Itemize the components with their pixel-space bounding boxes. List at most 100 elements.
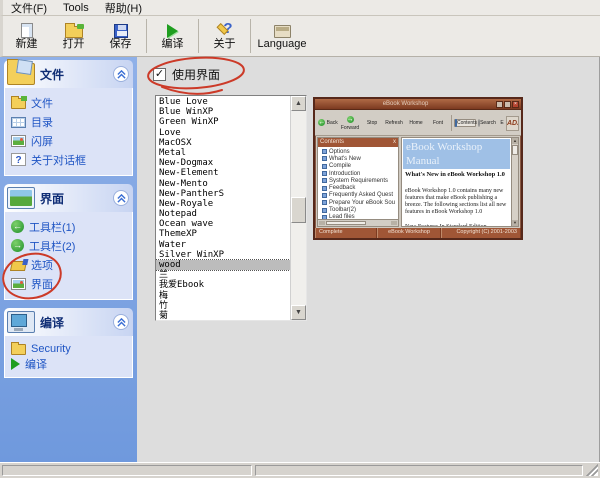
status-bar: [0, 462, 600, 478]
list-item[interactable]: Green WinXP: [156, 117, 290, 127]
chevron-up-icon[interactable]: [113, 66, 129, 82]
save-icon: [114, 22, 128, 38]
list-item[interactable]: 竹: [156, 301, 290, 311]
preview-tree-item: Introduction: [322, 170, 398, 177]
toolbar-separator: [250, 19, 251, 53]
preview-maximize-icon: [504, 101, 511, 108]
list-item[interactable]: 我爱Ebook: [156, 280, 290, 290]
preview-tree-doc-icon: [322, 200, 327, 205]
sidebar-group-compile-header[interactable]: 编译: [4, 308, 133, 336]
app-window: 文件(F) Tools 帮助(H) 新建 打开 保存 编译 关于 L: [0, 0, 600, 478]
list-item[interactable]: ThemeXP: [156, 229, 290, 239]
preview-stop-button: Stop: [361, 120, 383, 126]
list-item[interactable]: 兰: [156, 270, 290, 280]
list-item[interactable]: New-PantherS: [156, 189, 290, 199]
list-item[interactable]: New-Dogmax: [156, 158, 290, 168]
list-item[interactable]: New-Mento: [156, 179, 290, 189]
preview-window-buttons: ×: [496, 101, 519, 108]
list-scrollbar[interactable]: ▲ ▼: [290, 96, 306, 320]
sidebar-item-interface[interactable]: 界面: [11, 274, 128, 293]
sidebar-item-file[interactable]: 文件: [11, 93, 128, 112]
list-item[interactable]: Notepad: [156, 209, 290, 219]
sidebar-item-options[interactable]: 选项: [11, 255, 128, 274]
list-item[interactable]: MacOSX: [156, 138, 290, 148]
preview-article-note: New Features In Standard Edition: [405, 224, 508, 227]
preview-font-button: Font: [427, 120, 449, 126]
preview-forward-button: → Forward: [339, 115, 361, 131]
list-item[interactable]: Silver WinXP: [156, 250, 290, 260]
toolbar-separator: [198, 19, 199, 53]
list-item[interactable]: New-Royale: [156, 199, 290, 209]
preview-tree-doc-icon: [322, 156, 327, 161]
forward-icon: →: [347, 116, 354, 123]
sidebar-group-file-header[interactable]: 文件: [4, 60, 133, 88]
resize-grip[interactable]: [586, 464, 598, 476]
checkbox-icon[interactable]: ✓: [153, 68, 166, 81]
list-item[interactable]: 菊: [156, 311, 290, 320]
list-item[interactable]: Ocean wave: [156, 219, 290, 229]
preview-panel-close-icon: x: [393, 138, 396, 147]
scroll-up-icon[interactable]: ▲: [291, 96, 306, 111]
sidebar-item-about-dialog[interactable]: 关于对话框: [11, 150, 128, 169]
theme-preview-image: eBook Workshop × ← Back → Forward: [313, 97, 523, 240]
chevron-up-icon[interactable]: [113, 314, 129, 330]
preview-banner: eBook Workshop Manual: [403, 139, 510, 169]
preview-tree-doc-icon: [322, 178, 327, 183]
preview-extra-button: E: [498, 120, 506, 126]
save-button[interactable]: 保存: [97, 16, 144, 56]
list-item[interactable]: Love: [156, 128, 290, 138]
sidebar-item-splash[interactable]: 闪屏: [11, 131, 128, 150]
computer-icon: [7, 311, 35, 333]
menu-help[interactable]: 帮助(H): [97, 0, 150, 17]
preview-vertical-scrollbar: ▲ ▼: [511, 138, 518, 226]
list-item-selected[interactable]: wood: [156, 260, 290, 270]
sidebar-item-compile[interactable]: 编译: [11, 356, 128, 371]
list-item[interactable]: Blue Love: [156, 97, 290, 107]
preview-search-button: Search: [476, 120, 498, 126]
chevron-up-icon[interactable]: [113, 190, 129, 206]
menu-file[interactable]: 文件(F): [3, 0, 55, 17]
language-button[interactable]: Language: [253, 16, 311, 56]
list-item[interactable]: Metal: [156, 148, 290, 158]
scrollbar-thumb[interactable]: [291, 197, 306, 223]
paint-icon: [10, 261, 27, 271]
compile-button[interactable]: 编译: [149, 16, 196, 56]
preview-tree-item: System Requirements: [322, 177, 398, 184]
preview-tree-doc-icon: [322, 164, 327, 169]
preview-tree-item: What's New: [322, 155, 398, 162]
compile-play-icon: [167, 22, 178, 38]
preview-status-mid: eBook Workshop: [377, 228, 441, 238]
compile-play-icon: [11, 358, 20, 370]
sidebar-item-toolbar1[interactable]: ← 工具栏(1): [11, 217, 128, 236]
about-button[interactable]: 关于: [201, 16, 248, 56]
sidebar-item-toolbar2[interactable]: → 工具栏(2): [11, 236, 128, 255]
sidebar-group-file: 文件 文件 目录 闪屏: [4, 60, 133, 176]
preview-status-left: Complete: [315, 228, 377, 238]
scrollbar-track[interactable]: [291, 111, 306, 305]
about-help-icon: [217, 22, 233, 38]
preview-tree-item: Compile: [322, 163, 398, 170]
use-interface-checkbox-row[interactable]: ✓ 使用界面: [153, 66, 220, 83]
preview-tree-doc-icon: [322, 193, 327, 198]
preview-contents-header: Contents x: [318, 138, 398, 147]
sidebar: 文件 文件 目录 闪屏: [0, 57, 137, 462]
sidebar-item-security[interactable]: Security: [11, 341, 128, 356]
preview-refresh-button: Refresh: [383, 120, 405, 126]
list-item[interactable]: Water: [156, 240, 290, 250]
menu-tools[interactable]: Tools: [55, 1, 97, 15]
theme-listbox: Blue Love Blue WinXP Green WinXP Love Ma…: [155, 95, 307, 321]
scroll-down-icon[interactable]: ▼: [291, 305, 306, 320]
arrow-right-circle-icon: →: [11, 239, 24, 252]
sidebar-group-compile: 编译 Security 编译: [4, 308, 133, 378]
list-item[interactable]: Blue WinXP: [156, 107, 290, 117]
preview-article-paragraph: eBook Workshop 1.0 contains many new fea…: [405, 188, 508, 216]
preview-status-bar: Complete eBook Workshop Copyright (C) 20…: [315, 228, 521, 238]
list-item[interactable]: 梅: [156, 291, 290, 301]
preview-content-pane: eBook Workshop Manual What's New in eBoo…: [401, 137, 519, 227]
list-item[interactable]: New-Element: [156, 168, 290, 178]
sidebar-group-interface-header[interactable]: 界面: [4, 184, 133, 212]
new-button[interactable]: 新建: [3, 16, 50, 56]
preview-tree-doc-icon: [322, 149, 327, 154]
open-button[interactable]: 打开: [50, 16, 97, 56]
sidebar-item-directory[interactable]: 目录: [11, 112, 128, 131]
